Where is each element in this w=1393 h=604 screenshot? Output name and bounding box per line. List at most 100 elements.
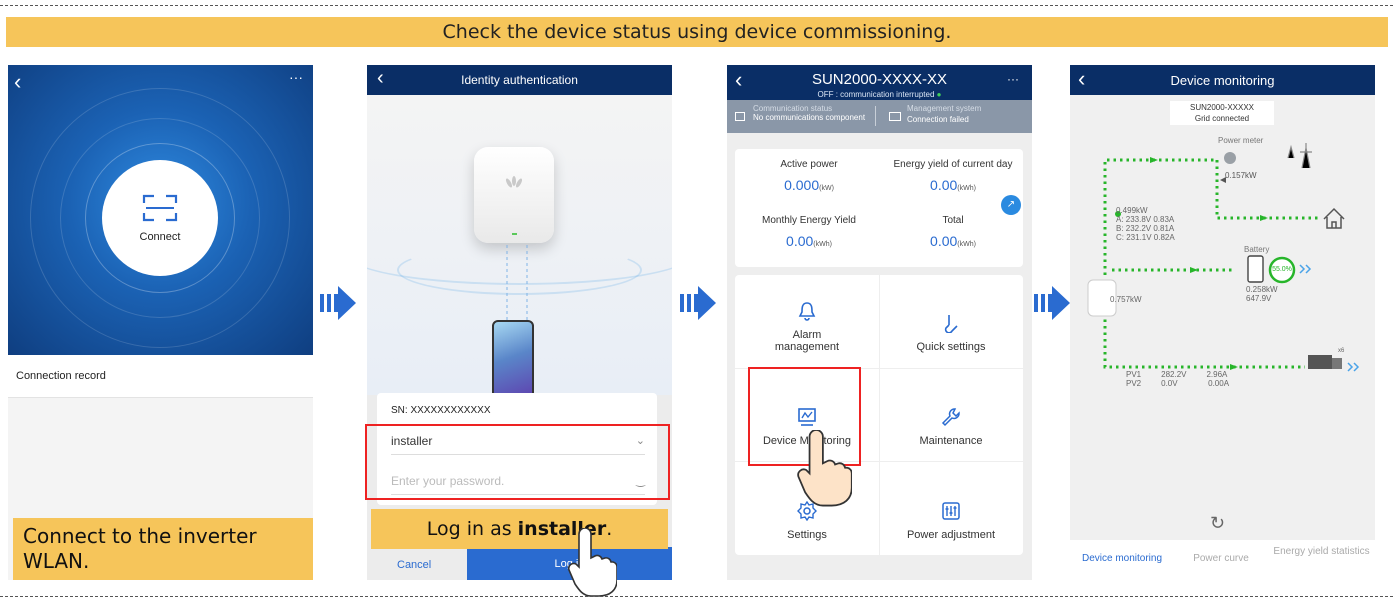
stat-number: 0.00 [930,177,958,193]
device-subtitle: OFF : communication interrupted ● [727,90,1032,99]
monitoring-header: ‹ Device monitoring [1070,65,1375,95]
power-meter-icon [1224,152,1236,164]
connect-button[interactable]: Connect [102,160,218,276]
inverter-power: 0.499kW [1116,206,1148,215]
connect-label: Connect [139,231,181,243]
maintenance-wrench-icon [941,408,960,427]
menu-alarm-management[interactable]: Alarm management [737,277,877,367]
menu-label: Maintenance [919,435,983,447]
scan-icon [142,194,178,222]
menu-label: Power adjustment [906,529,996,541]
step2-callout: Log in as installer. [371,509,668,549]
pv1-row: PV1 282.2V 2.96A [1126,370,1229,379]
pv-total-power: 0.757kW [1110,295,1142,304]
device-name-box: SUN2000-XXXXX Grid connected [1170,101,1274,125]
back-icon[interactable]: ‹ [1078,68,1085,90]
more-icon[interactable]: ··· [289,70,303,84]
chart-trend-icon[interactable]: ↗ [1001,195,1021,215]
stat-number: 0.000 [784,177,820,193]
stat-label: Monthly Energy Yield [762,215,856,226]
power-meter-label: Power meter [1218,136,1264,145]
stat-value: 0.00(kWh) [883,233,1023,249]
home-load-icon [1323,207,1345,229]
signal-lines [506,245,528,323]
login-header: ‹ Identity authentication [367,65,672,95]
pv-panel-icon [1332,358,1342,369]
banner-title: Check the device status using device com… [6,17,1388,47]
pv-panel-icon [1308,355,1332,369]
chevron-right-icon [1347,362,1360,372]
stat-number: 0.00 [786,233,814,249]
stat-unit: (kW) [819,185,834,192]
back-icon[interactable]: ‹ [377,68,384,88]
tab-energy-yield-statistics[interactable]: Energy yield statistics [1268,547,1375,557]
tap-hand-icon [567,528,617,597]
meter-power: 0.157kW [1225,171,1257,180]
battery-voltage: 647.9V [1246,294,1272,303]
pv-string-readings: PV1 282.2V 2.96A PV2 0.0V 0.00A [1126,370,1229,388]
pv1-current: 2.96A [1206,370,1228,379]
login-illustration [367,95,672,402]
callout-text: Log in as [426,518,518,540]
chevron-right-icon [1299,264,1312,274]
login-title: Identity authentication [461,73,578,87]
status-led [512,233,517,235]
stat-number: 0.00 [930,233,958,249]
step1-callout: Connect to the inverter WLAN. [13,518,313,580]
tab-device-monitoring[interactable]: Device monitoring [1070,553,1174,564]
back-icon[interactable]: ‹ [14,71,21,93]
phone-home-screen: ‹ ··· SUN2000-XXXX-XX OFF : communicatio… [727,65,1032,580]
stat-unit: (kWh) [813,241,832,248]
next-arrow-icon [1034,286,1070,320]
stat-unit: (kWh) [957,185,976,192]
battery-icon [1247,255,1264,283]
pv2-voltage: 0.0V [1161,379,1178,388]
status-bar: Communication status No communications c… [727,100,1032,133]
tab-power-curve[interactable]: Power curve [1174,553,1268,564]
refresh-icon[interactable]: ↻ [1210,513,1225,534]
next-arrow-icon [680,286,716,320]
stat-label: Energy yield of current day [893,159,1013,170]
pv1-voltage: 282.2V [1161,370,1187,379]
connection-record-item[interactable]: Connection record [8,355,313,397]
power-adjustment-icon [942,502,960,520]
cancel-button[interactable]: Cancel [397,559,431,571]
inverter-readings: 0.499kW A: 233.8V 0.83A B: 232.2V 0.81A … [1116,206,1175,242]
monitoring-title: Device monitoring [1170,72,1275,88]
transmission-tower-icon [1287,143,1312,169]
menu-label: Settings [787,529,827,541]
comm-status-label: Communication status [753,104,833,113]
menu-power-adjustment[interactable]: Power adjustment [881,465,1021,555]
sn-label: SN: XXXXXXXXXXXX [391,405,491,416]
divider [875,106,876,126]
phone-image [492,320,534,402]
bottom-tab-bar: Device monitoring Power curve Energy yie… [1070,540,1375,580]
status-dot-icon: ● [936,90,942,99]
device-title: SUN2000-XXXX-XX [811,71,948,88]
battery-power: 0.258kW [1246,285,1278,294]
brand-logo-icon [505,176,523,188]
router-image [474,147,554,243]
battery-soc: 55.0% [1272,266,1292,273]
flow-arrow-icon [1190,267,1198,273]
mgmt-label: Management system [907,104,982,113]
phone-login-screen: ‹ Identity authentication SN: XXXXXXXXXX… [367,65,672,580]
phase-a: A: 233.8V 0.83A [1116,215,1175,224]
battery-label: Battery [1244,245,1270,254]
stat-unit: (kWh) [957,241,976,248]
menu-label: Alarm management [774,329,840,353]
quick-settings-icon [944,315,958,333]
management-system-icon [889,112,901,121]
pv2-row: PV2 0.0V 0.00A [1126,379,1229,388]
device-status-text: OFF : communication interrupted [817,90,935,99]
menu-maintenance[interactable]: Maintenance [881,371,1021,461]
menu-quick-settings[interactable]: Quick settings [881,277,1021,367]
pv1-name: PV1 [1126,370,1142,379]
stats-card: Active power 0.000(kW) Energy yield of c… [735,149,1023,267]
pv-count: x6 [1338,348,1345,354]
stat-value: 0.00(kWh) [883,177,1023,193]
phase-b: B: 232.2V 0.81A [1116,224,1175,233]
stat-label: Total [942,215,964,226]
phone-device-monitoring-screen: ‹ Device monitoring SUN2000-XXXXX Grid c… [1070,65,1375,580]
grid-status: Grid connected [1194,114,1250,123]
